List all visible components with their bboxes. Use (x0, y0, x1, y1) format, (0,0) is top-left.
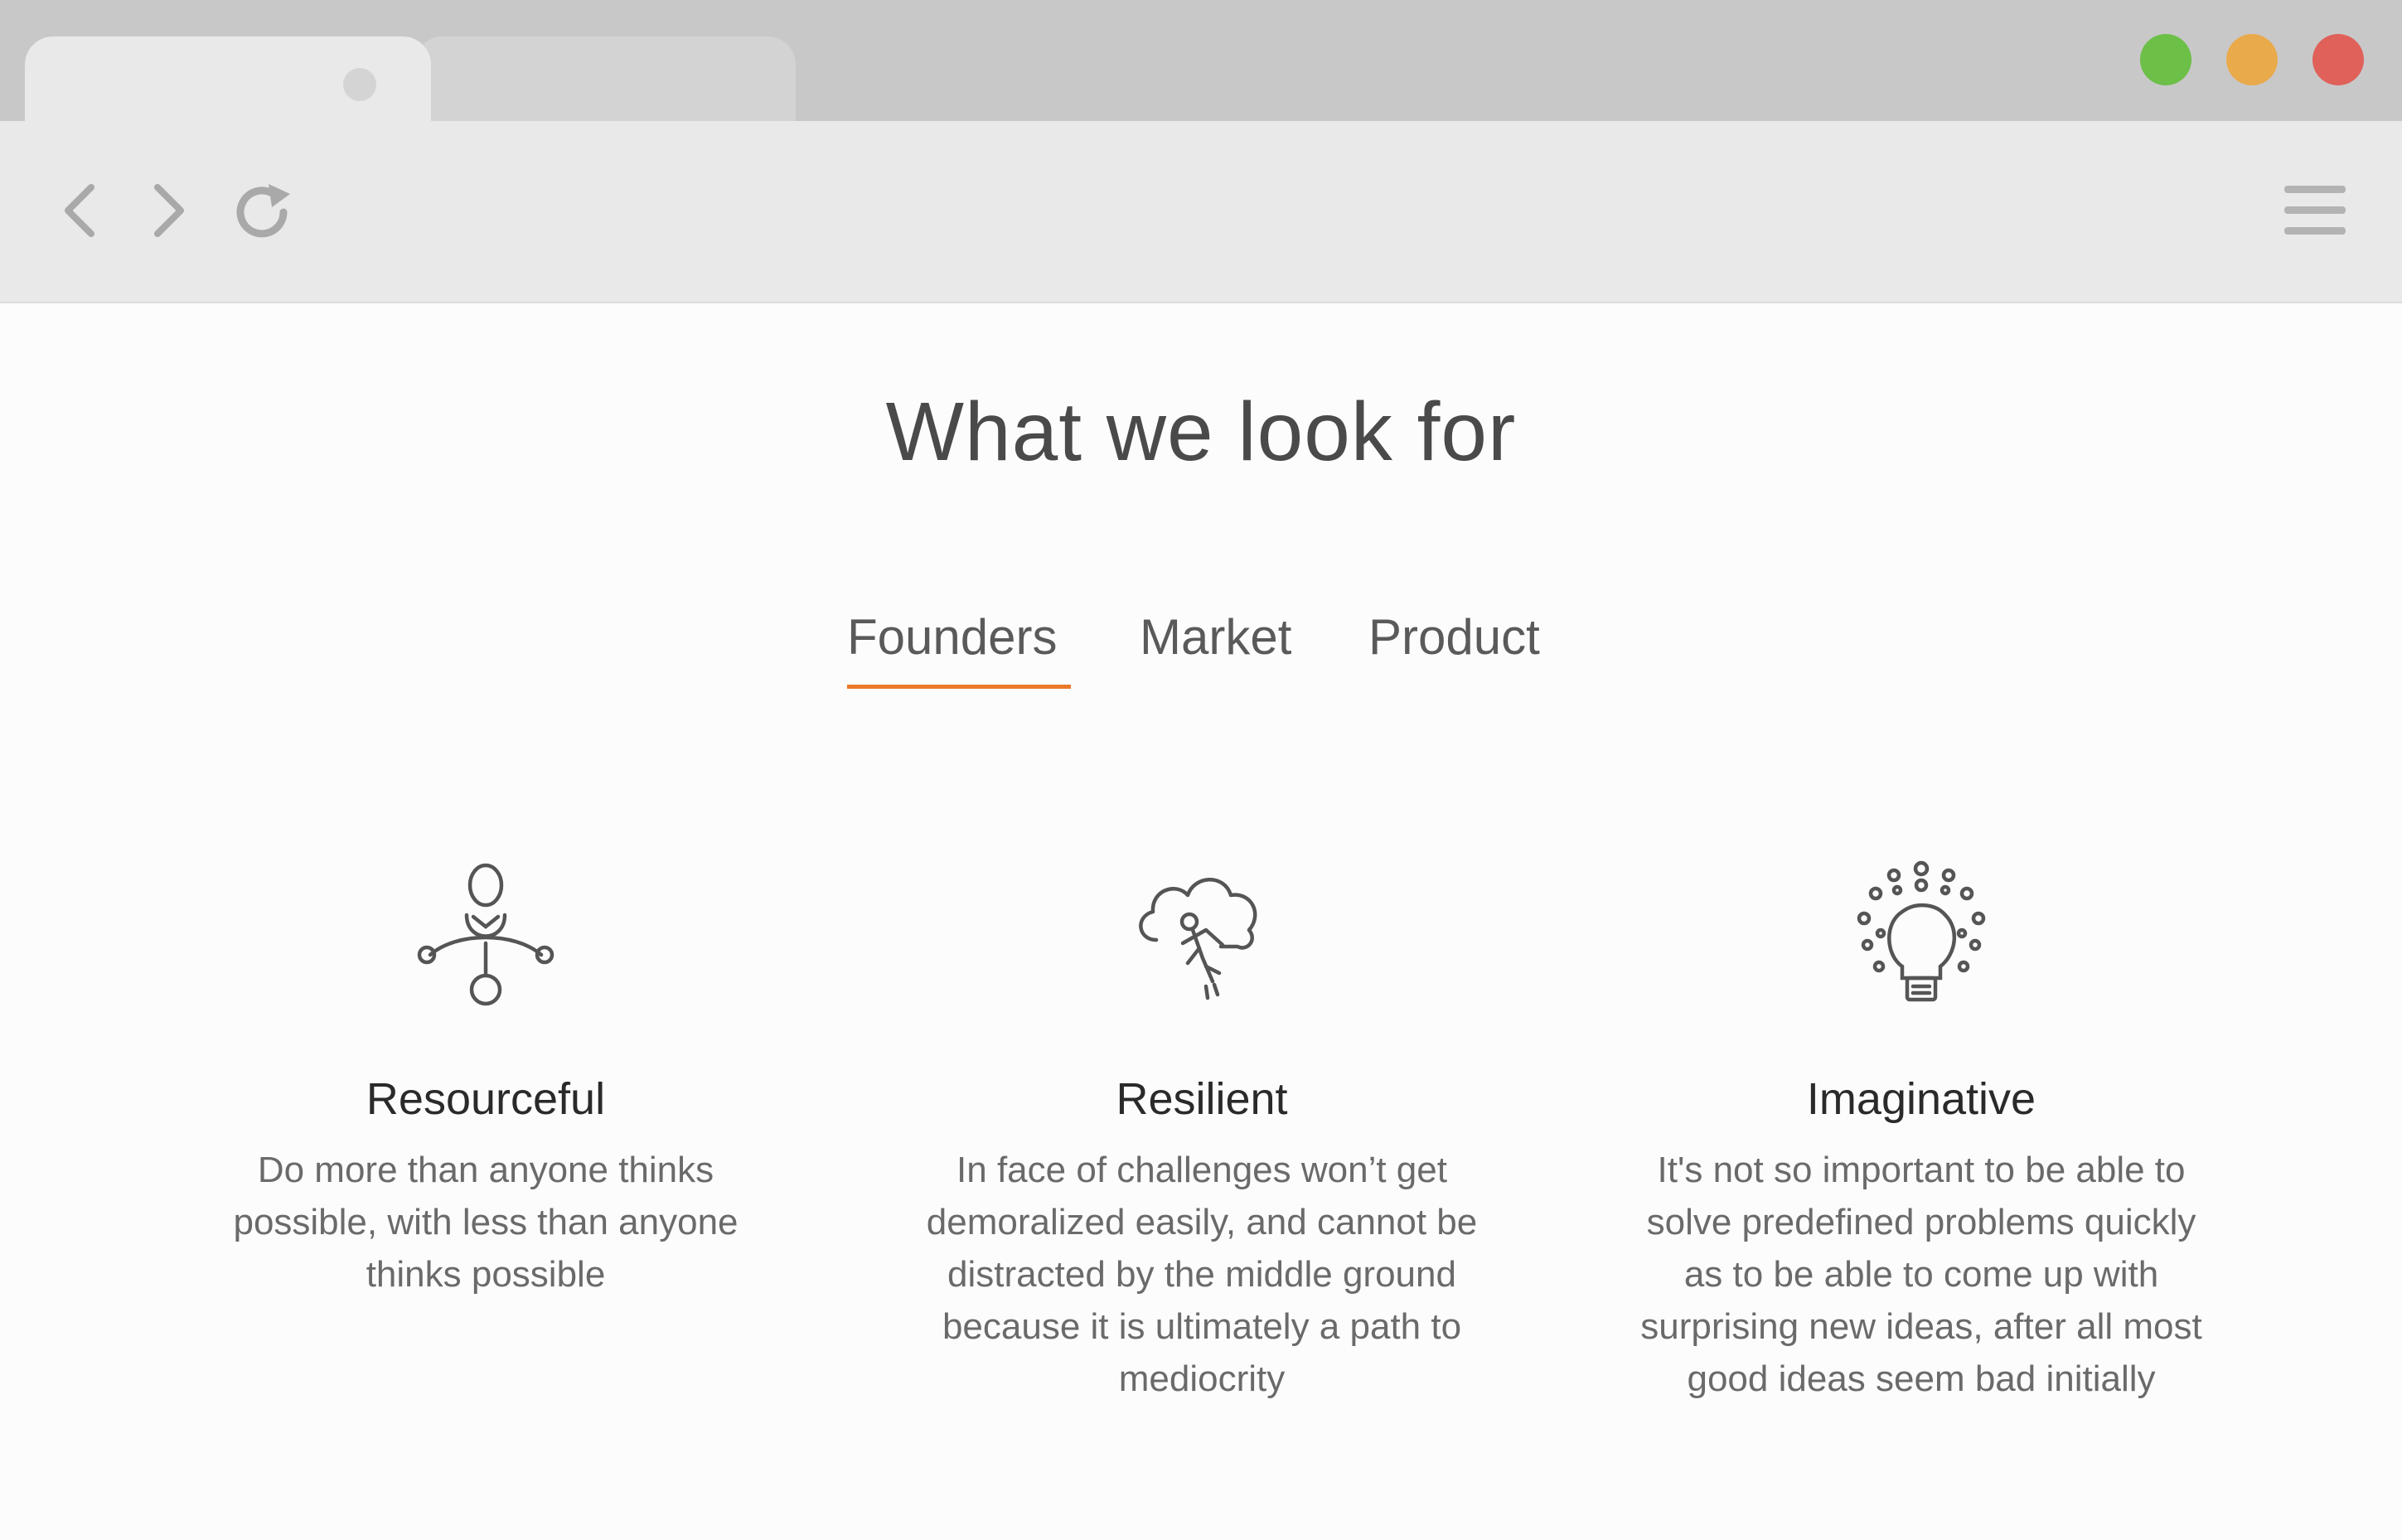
card-resourceful: Resourceful Do more than anyone thinks p… (171, 857, 801, 1300)
tab-strip (0, 0, 2402, 121)
card-description: Do more than anyone thinks possible, wit… (233, 1150, 739, 1295)
active-tab-indicator (847, 685, 1071, 689)
card-title: Imaginative (1806, 1074, 2036, 1124)
tab-product[interactable]: Product (1368, 608, 1540, 666)
card-resilient: Resilient In face of challenges won’t ge… (887, 857, 1517, 1405)
forward-icon[interactable] (148, 181, 191, 240)
close-button[interactable] (2312, 34, 2364, 85)
page-title: What we look for (885, 385, 1517, 478)
reload-icon[interactable] (232, 181, 298, 244)
lightbulb-idea-icon (1857, 860, 1986, 1002)
tab-market[interactable]: Market (1140, 608, 1291, 666)
back-icon[interactable] (58, 181, 101, 240)
maximize-button[interactable] (2140, 34, 2191, 85)
tab-founders[interactable]: Founders (847, 608, 1057, 666)
card-description: In face of challenges won’t get demorali… (926, 1150, 1478, 1399)
card-description: It's not so important to be able to solv… (1640, 1150, 2202, 1399)
card-title: Resilient (1116, 1074, 1288, 1124)
tab-favicon-placeholder (343, 68, 376, 101)
browser-tab-inactive[interactable] (414, 36, 796, 121)
cloud-climber-icon (1139, 878, 1257, 1000)
browser-window: What we look for Founders Market Product (0, 0, 2402, 1540)
person-network-icon (417, 863, 554, 1006)
page-content: What we look for Founders Market Product (0, 303, 2402, 1540)
card-imaginative: Imaginative It's not so important to be … (1606, 857, 2236, 1405)
browser-toolbar (0, 121, 2402, 303)
menu-icon[interactable] (2283, 182, 2347, 239)
card-title: Resourceful (366, 1074, 606, 1124)
section-tabs: Founders Market Product (0, 608, 2402, 700)
minimize-button[interactable] (2226, 34, 2278, 85)
